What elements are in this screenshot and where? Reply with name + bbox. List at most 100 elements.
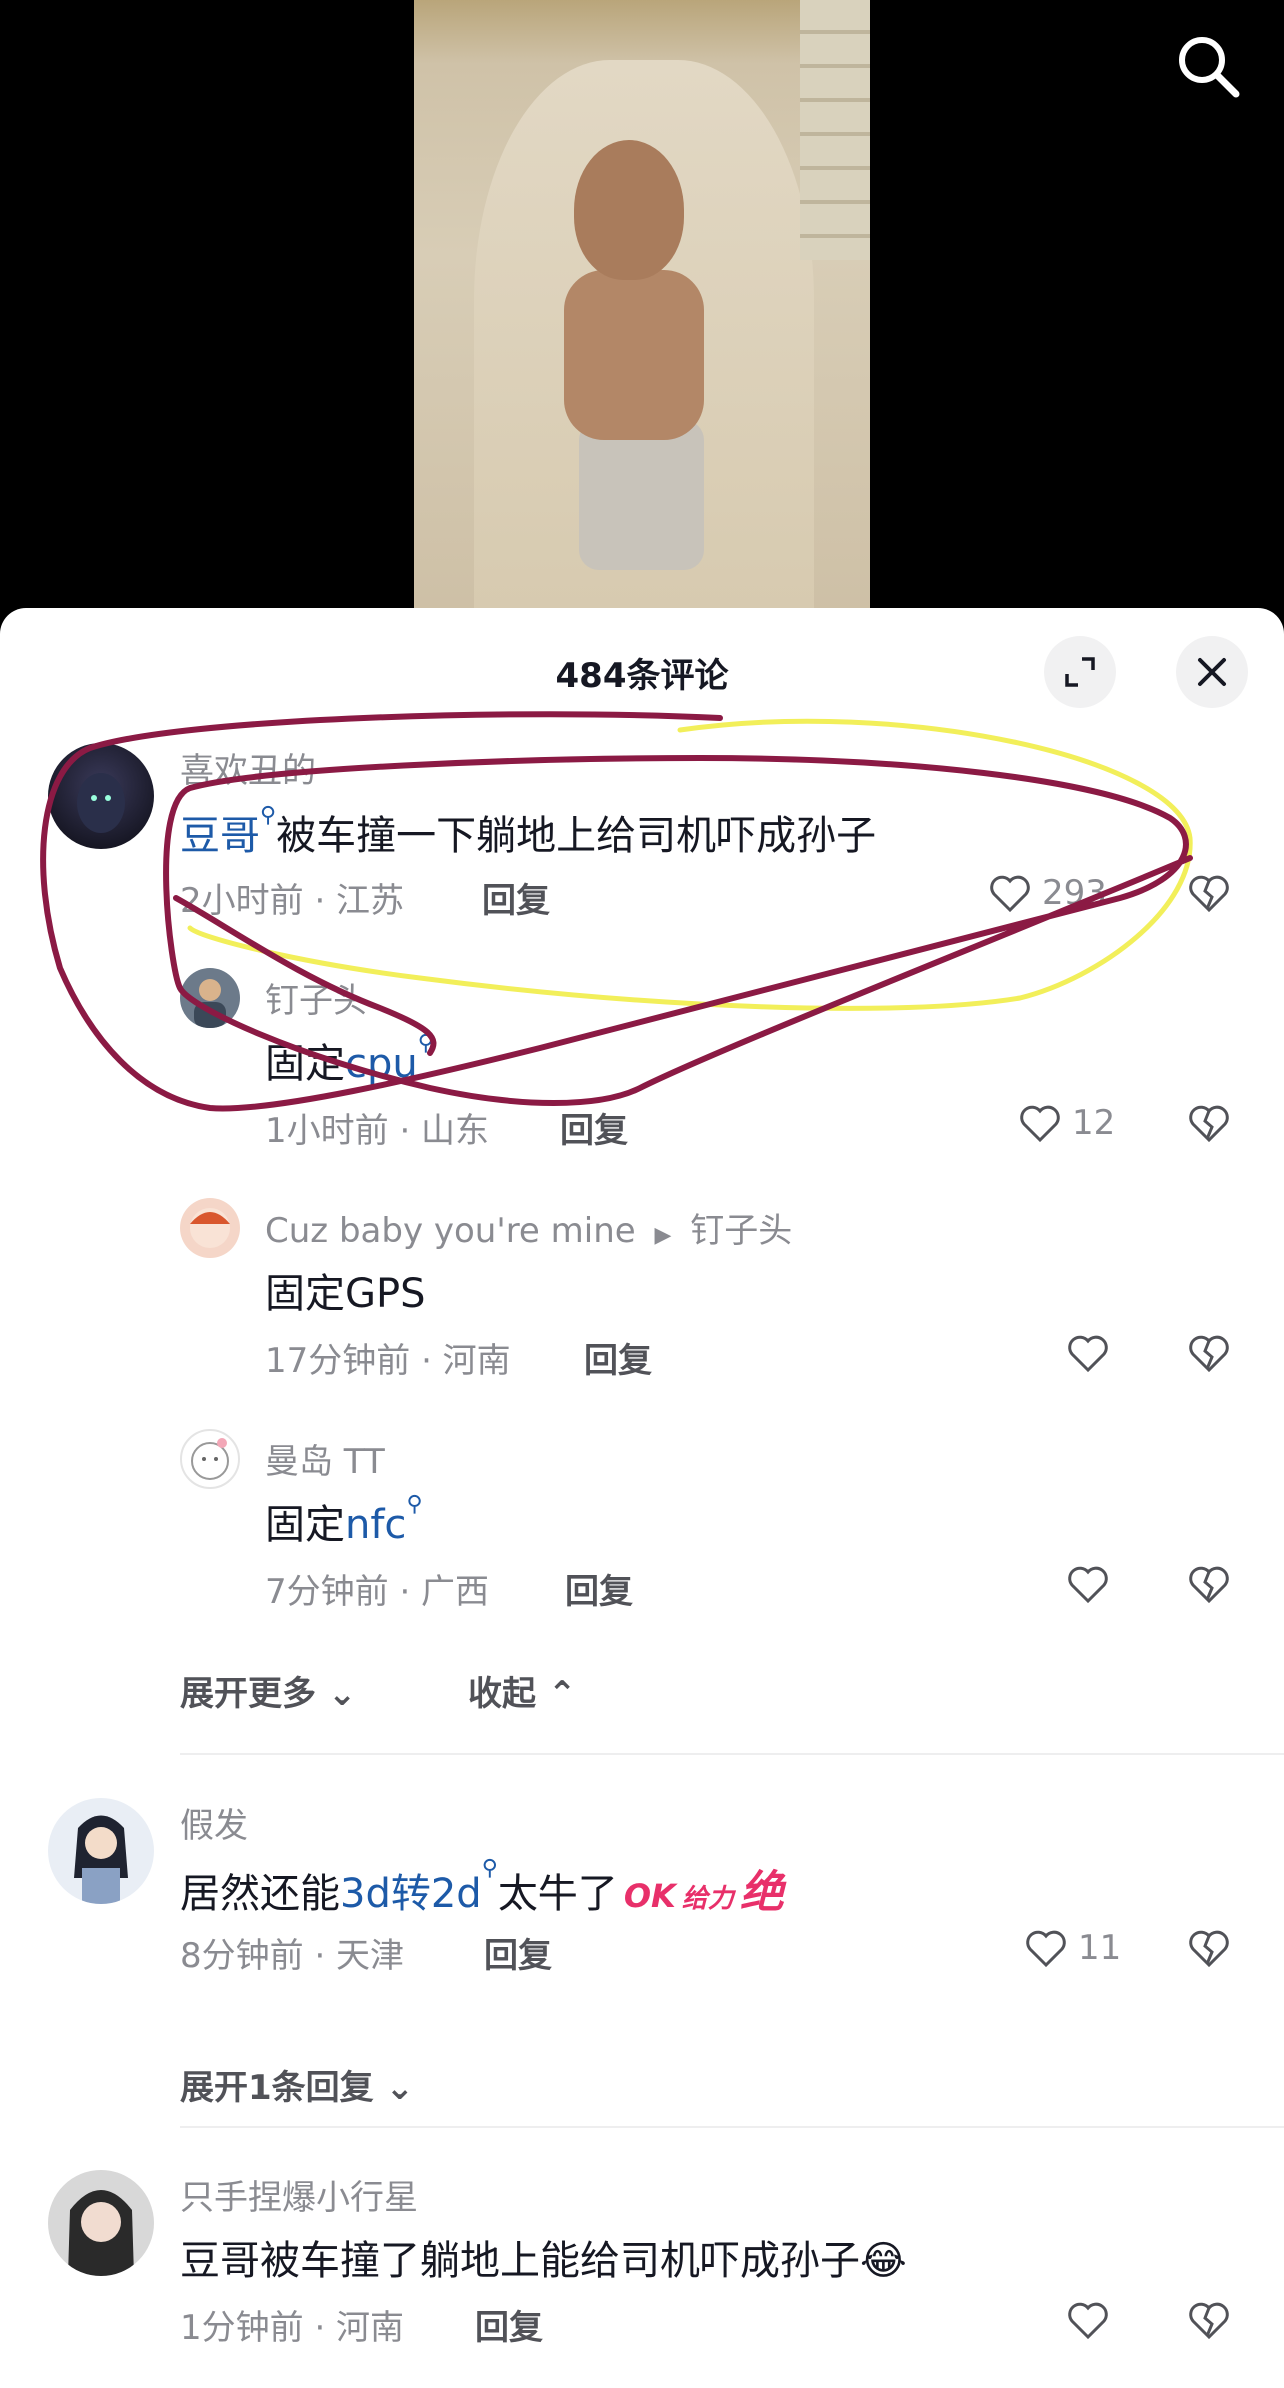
chevron-down-icon: ⌄ xyxy=(316,1674,357,1714)
sticker-ok: OK xyxy=(623,1877,676,1915)
comment-meta: 2小时前 · 江苏 xyxy=(180,881,405,921)
reply-button[interactable]: 回复 xyxy=(482,873,550,922)
expand-icon xyxy=(1065,657,1095,687)
broken-heart-icon xyxy=(1189,1566,1229,1604)
expand-replies-label: 展开1条回复 xyxy=(180,2068,374,2108)
like-count: 293 xyxy=(1042,873,1107,913)
reply-item: 钉子头 固定cpu⚲ 1小时前 · 山东 回复 12 xyxy=(0,963,1284,1173)
comment-body: 固定 xyxy=(265,1502,345,1548)
search-mini-icon: ⚲ xyxy=(481,1856,498,1881)
search-link[interactable]: nfc xyxy=(345,1502,406,1548)
search-link[interactable]: cpu xyxy=(345,1041,418,1087)
video-frame[interactable] xyxy=(414,0,870,640)
comment-meta: 8分钟前 · 天津 xyxy=(180,1936,405,1976)
collapse-button[interactable]: 收起 ⌃ xyxy=(468,1666,576,1715)
close-button[interactable] xyxy=(1176,636,1248,708)
dislike-button[interactable] xyxy=(1185,1099,1233,1147)
comment-text: 固定cpu⚲ xyxy=(265,1031,434,1089)
avatar[interactable] xyxy=(180,968,240,1028)
avatar[interactable] xyxy=(48,743,154,849)
dislike-button[interactable] xyxy=(1185,869,1233,917)
reply-button[interactable]: 回复 xyxy=(584,1333,652,1382)
comment-username[interactable]: 喜欢丑的 xyxy=(180,743,316,792)
reply-button[interactable]: 回复 xyxy=(484,1928,552,1977)
video-player[interactable] xyxy=(0,0,1284,640)
comment-text: 固定nfc⚲ xyxy=(265,1492,423,1550)
comment-item: 只手捏爆小行星 豆哥被车撞了躺地上能给司机吓成孙子😂 1分钟前 · 河南 回复 xyxy=(0,2170,1284,2388)
avatar[interactable] xyxy=(48,1798,154,1904)
reply-button[interactable]: 回复 xyxy=(560,1103,628,1152)
comment-item: 假发 居然还能3d转2d⚲太牛了 OK 给力绝 8分钟前 · 天津 回复 11 xyxy=(0,1798,1284,2018)
video-guardrail xyxy=(800,0,870,260)
comment-username[interactable]: 只手捏爆小行星 xyxy=(180,2170,418,2219)
dislike-button[interactable] xyxy=(1185,1924,1233,1972)
like-button[interactable]: 293 xyxy=(986,869,1107,917)
search-link[interactable]: 豆哥 xyxy=(180,813,260,859)
broken-heart-icon xyxy=(1189,1105,1229,1143)
like-button[interactable] xyxy=(1064,1329,1112,1377)
comment-item: 喜欢丑的 豆哥⚲被车撞一下躺地上给司机吓成孙子 2小时前 · 江苏 回复 293 xyxy=(0,735,1284,945)
reply-button[interactable]: 回复 xyxy=(475,2300,543,2349)
chevron-up-icon: ⌃ xyxy=(536,1674,577,1714)
comment-username[interactable]: 假发 xyxy=(180,1798,248,1847)
like-button[interactable] xyxy=(1064,2296,1112,2344)
heart-icon xyxy=(990,875,1030,913)
comment-username[interactable]: 钉子头 xyxy=(265,973,367,1022)
comment-meta: 1分钟前 · 河南 xyxy=(180,2308,405,2348)
expand-button[interactable] xyxy=(1044,636,1116,708)
reply-button[interactable]: 回复 xyxy=(565,1564,633,1613)
reply-to-name[interactable]: 钉子头 xyxy=(690,1211,792,1251)
avatar[interactable] xyxy=(48,2170,154,2276)
divider xyxy=(180,2126,1284,2128)
divider xyxy=(180,1753,1284,1755)
close-icon xyxy=(1198,658,1226,686)
heart-icon xyxy=(1020,1105,1060,1143)
search-mini-icon: ⚲ xyxy=(260,803,277,828)
dislike-button[interactable] xyxy=(1185,2296,1233,2344)
video-kid-legs xyxy=(579,420,704,570)
comment-username[interactable]: 曼岛 TT xyxy=(265,1434,385,1483)
comment-body: 豆哥被车撞了躺地上能给司机吓成孙子 xyxy=(180,2238,860,2284)
comment-body: 固定 xyxy=(265,1041,345,1087)
expand-more-button[interactable]: 展开更多 ⌄ xyxy=(180,1666,356,1715)
reply-item: 曼岛 TT 固定nfc⚲ 7分钟前 · 广西 回复 xyxy=(0,1424,1284,1634)
reply-item: Cuz baby you're mine ▶ 钉子头 固定GPS 17分钟前 ·… xyxy=(0,1193,1284,1403)
dislike-button[interactable] xyxy=(1185,1560,1233,1608)
heart-icon xyxy=(1068,1335,1108,1373)
heart-icon xyxy=(1026,1930,1066,1968)
search-icon[interactable] xyxy=(1172,30,1244,102)
like-button[interactable] xyxy=(1064,1560,1112,1608)
expand-more-label: 展开更多 xyxy=(180,1674,316,1714)
expand-replies-button[interactable]: 展开1条回复 ⌄ xyxy=(180,2060,414,2109)
comment-text: 豆哥被车撞了躺地上能给司机吓成孙子😂 xyxy=(180,2228,907,2286)
comment-text: 豆哥⚲被车撞一下躺地上给司机吓成孙子 xyxy=(180,803,876,861)
broken-heart-icon xyxy=(1189,2302,1229,2340)
broken-heart-icon xyxy=(1189,875,1229,913)
reply-arrow-icon: ▶ xyxy=(654,1223,672,1248)
collapse-label: 收起 xyxy=(468,1674,536,1714)
video-kid-body xyxy=(564,270,704,440)
chevron-down-icon: ⌄ xyxy=(373,2068,415,2108)
sticker-geili: 给力 xyxy=(681,1884,734,1914)
comment-text: 固定GPS xyxy=(265,1271,426,1317)
like-count: 12 xyxy=(1072,1103,1116,1143)
like-button[interactable]: 12 xyxy=(1016,1099,1115,1147)
username-text: Cuz baby you're mine xyxy=(265,1211,636,1251)
heart-icon xyxy=(1068,1566,1108,1604)
heart-icon xyxy=(1068,2302,1108,2340)
laughing-emoji-icon: 😂 xyxy=(860,2238,907,2284)
video-kid-head xyxy=(574,140,684,280)
avatar[interactable] xyxy=(180,1198,240,1258)
comment-body: 被车撞一下躺地上给司机吓成孙子 xyxy=(276,813,877,859)
comment-body: 居然还能 xyxy=(180,1871,340,1917)
broken-heart-icon xyxy=(1189,1930,1229,1968)
comment-username[interactable]: Cuz baby you're mine ▶ 钉子头 xyxy=(265,1203,792,1252)
like-button[interactable]: 11 xyxy=(1022,1924,1121,1972)
comment-sheet: 484条评论 喜欢丑的 豆哥⚲被车撞一下躺地上给司机吓成孙子 2小时前 · 江苏… xyxy=(0,608,1284,2388)
dislike-button[interactable] xyxy=(1185,1329,1233,1377)
sheet-header: 484条评论 xyxy=(0,608,1284,728)
avatar[interactable] xyxy=(180,1429,240,1489)
sticker-jue: 绝 xyxy=(739,1867,784,1918)
search-link[interactable]: 3d转2d xyxy=(340,1871,482,1917)
comment-body-suffix: 太牛了 xyxy=(497,1871,618,1917)
